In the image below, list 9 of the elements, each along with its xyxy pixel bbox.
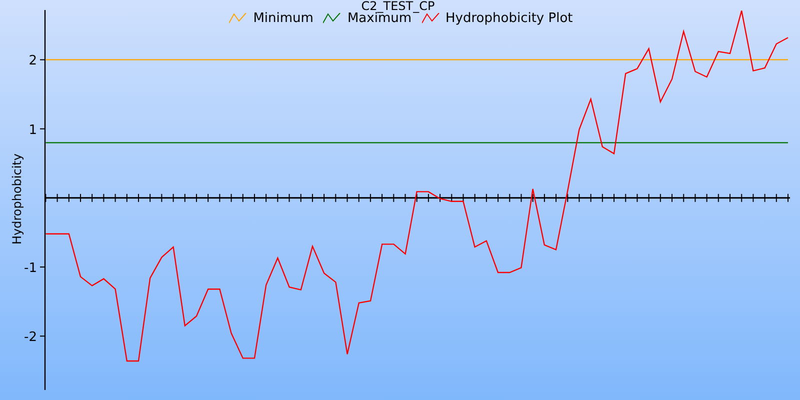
y-tick-label: 1	[28, 122, 37, 138]
y-tick-label: -1	[24, 261, 37, 276]
legend-label: Minimum	[253, 11, 314, 26]
y-tick-label: 2	[28, 54, 37, 69]
y-axis-label: Hydrophobicity	[10, 154, 24, 245]
legend-label: Hydrophobicity Plot	[446, 11, 573, 26]
y-tick-label: -2	[24, 330, 37, 346]
chart-title: C2_TEST_CP	[361, 0, 435, 12]
legend-label: Maximum	[347, 11, 412, 26]
